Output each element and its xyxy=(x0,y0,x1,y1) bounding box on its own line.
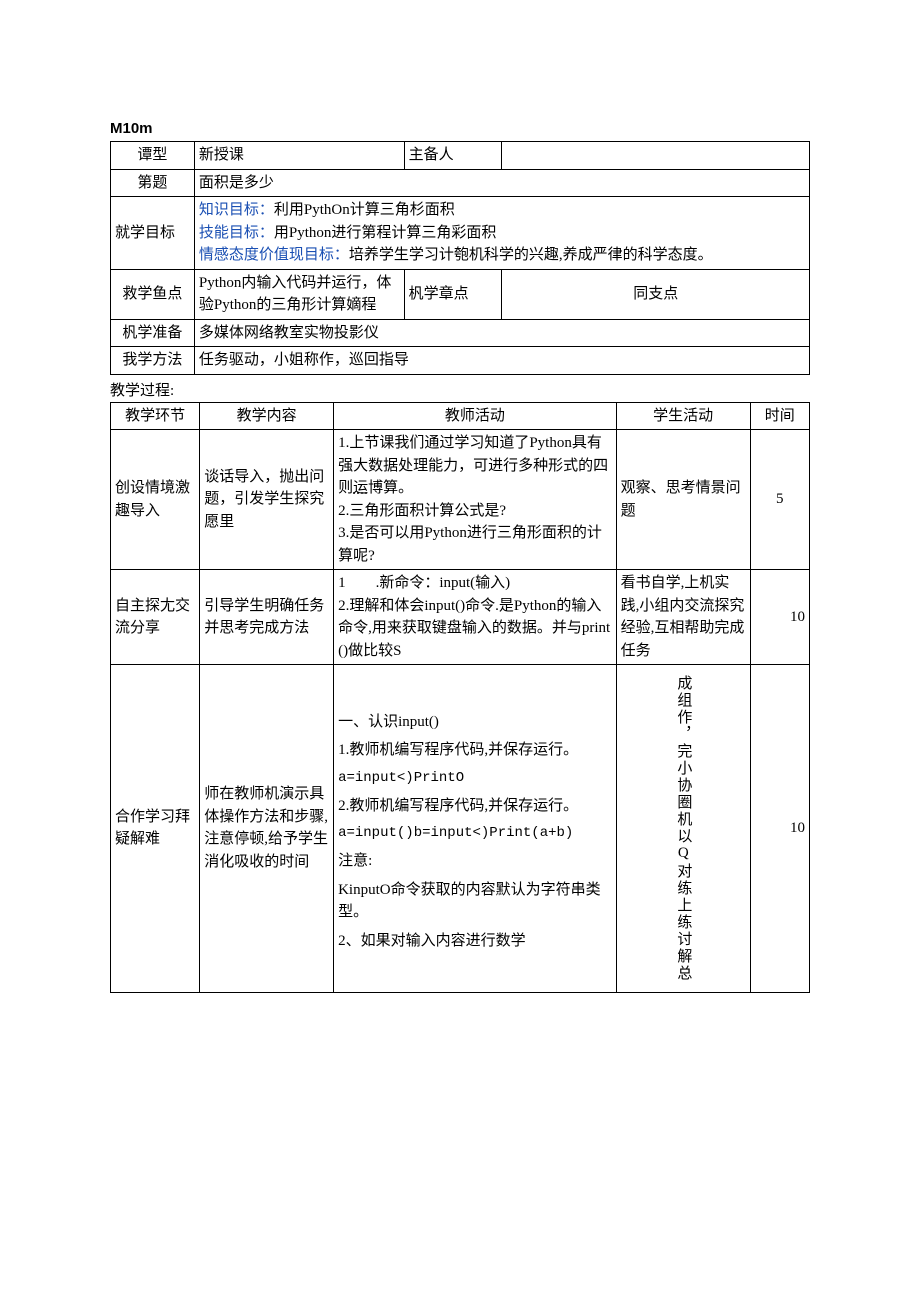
info-table: 谭型 新授课 主备人 第题 面积是多少 就学目标 知识目标：利用PythOn计算… xyxy=(110,141,810,375)
col-student: 学生活动 xyxy=(616,402,750,430)
teacher-3-5: a=input()b=input<)Print(a+b) xyxy=(338,823,612,844)
cell-goal-value: 知识目标：利用PythOn计算三角杉面积 技能目标：用Python进行第程计算三… xyxy=(194,197,809,270)
cell-focus-label: 救学鱼点 xyxy=(111,269,195,319)
col-teacher: 教师活动 xyxy=(334,402,617,430)
stage-2: 自主探尢交流分享 xyxy=(111,570,200,665)
goal-skill-label: 技能目标： xyxy=(199,225,274,241)
teacher-2: 1 .新命令：input(输入) 2.理解和体会input()命令.是Pytho… xyxy=(334,570,617,665)
teacher-3-2: 1.教师机编写程序代码,并保存运行。 xyxy=(338,739,612,762)
col-stage: 教学环节 xyxy=(111,402,200,430)
goal-attitude-text: 培养学生学习计匏机科学的兴趣,养成严律的科学态度。 xyxy=(349,247,713,263)
stage-3: 合作学习拜疑解难 xyxy=(111,665,200,993)
col-content: 教学内容 xyxy=(200,402,334,430)
cell-difficulty-value: 同支点 xyxy=(502,269,810,319)
student-3-vertical: 成组作，完小协圈机以Q对练上练讨解总 xyxy=(672,675,695,982)
teacher-3-6: 注意: xyxy=(338,850,612,873)
cell-method-value: 任务驱动，小姐称作，巡回指导 xyxy=(194,347,809,375)
table-header-row: 教学环节 教学内容 教师活动 学生活动 时间 xyxy=(111,402,810,430)
table-row: 杋学准备 多媒体网络教室实物投影仪 xyxy=(111,319,810,347)
cell-author-label: 主备人 xyxy=(404,142,502,170)
cell-author-value xyxy=(502,142,810,170)
table-row: 自主探尢交流分享 引导学生明确任务并思考完成方法 1 .新命令：input(输入… xyxy=(111,570,810,665)
goal-attitude-label: 情感态度价值现目标： xyxy=(199,247,349,263)
teacher-1-b: 博算。 xyxy=(368,480,413,496)
table-row: 救学鱼点 Python内输入代码并运行，体验Python的三角形计算嫡程 杋学章… xyxy=(111,269,810,319)
cell-prep-value: 多媒体网络教室实物投影仪 xyxy=(194,319,809,347)
cell-goal-label: 就学目标 xyxy=(111,197,195,270)
teacher-2-b: 2.理解和体会input()命令.是Python的输入命令,用来获取键盘输入的数… xyxy=(338,595,612,663)
cell-type-label: 谭型 xyxy=(111,142,195,170)
teacher-3-1: 一、认识input() xyxy=(338,711,612,734)
cell-prep-label: 杋学准备 xyxy=(111,319,195,347)
teacher-2-a: 1 .新命令：input(输入) xyxy=(338,572,612,595)
time-1: 5 xyxy=(750,430,810,570)
time-2: 10 xyxy=(750,570,810,665)
teacher-1-underlined: 运 xyxy=(353,480,368,496)
content-2: 引导学生明确任务并思考完成方法 xyxy=(200,570,334,665)
process-label: 教学过程: xyxy=(110,379,810,400)
col-time: 时间 xyxy=(750,402,810,430)
cell-method-label: 我学方法 xyxy=(111,347,195,375)
table-row: 就学目标 知识目标：利用PythOn计算三角杉面积 技能目标：用Python进行… xyxy=(111,197,810,270)
teacher-1-d: 3.是否可以用Python进行三角形面积的计算呢? xyxy=(338,522,612,567)
cell-topic-label: 第题 xyxy=(111,169,195,197)
table-row: 谭型 新授课 主备人 xyxy=(111,142,810,170)
table-row: 第题 面积是多少 xyxy=(111,169,810,197)
cell-topic-value: 面积是多少 xyxy=(194,169,809,197)
time-3: 10 xyxy=(750,665,810,993)
table-row: 创设情境激趣导入 谈话导入，抛出问题，引发学生探究愿里 1.上节课我们通过学习知… xyxy=(111,430,810,570)
teacher-3-7: KinputO命令获取的内容默认为字符串类型。 xyxy=(338,879,612,924)
student-2: 看书自学,上机实践,小组内交流探究经验,互相帮助完成任务 xyxy=(616,570,750,665)
goal-knowledge-text: 利用PythOn计算三角杉面积 xyxy=(274,202,455,218)
teacher-3: 一、认识input() 1.教师机编写程序代码,并保存运行。 a=input<)… xyxy=(334,665,617,993)
teacher-1: 1.上节课我们通过学习知道了Python具有强大数据处理能力，可进行多种形式的四… xyxy=(334,430,617,570)
teacher-3-3: a=input<)PrintO xyxy=(338,768,612,789)
content-3: 师在教师机演示具体操作方法和步骤,注意停顿,给予学生消化吸收的时间 xyxy=(200,665,334,993)
cell-focus-value: Python内输入代码并运行，体验Python的三角形计算嫡程 xyxy=(194,269,404,319)
stage-1: 创设情境激趣导入 xyxy=(111,430,200,570)
process-table: 教学环节 教学内容 教师活动 学生活动 时间 创设情境激趣导入 谈话导入，抛出问… xyxy=(110,402,810,993)
table-row: 我学方法 任务驱动，小姐称作，巡回指导 xyxy=(111,347,810,375)
cell-type-value: 新授课 xyxy=(194,142,404,170)
table-row: 合作学习拜疑解难 师在教师机演示具体操作方法和步骤,注意停顿,给予学生消化吸收的… xyxy=(111,665,810,993)
student-3: 成组作，完小协圈机以Q对练上练讨解总 xyxy=(616,665,750,993)
student-1: 观察、思考情景问题 xyxy=(616,430,750,570)
teacher-1-c: 2.三角形面积计算公式是? xyxy=(338,500,612,523)
page-heading: M10m xyxy=(110,120,810,137)
cell-difficulty-label: 杋学章点 xyxy=(404,269,502,319)
goal-knowledge-label: 知识目标： xyxy=(199,202,274,218)
goal-skill-text: 用Python进行第程计算三角彩面积 xyxy=(274,225,497,241)
content-1: 谈话导入，抛出问题，引发学生探究愿里 xyxy=(200,430,334,570)
teacher-3-4: 2.教师机编写程序代码,并保存运行。 xyxy=(338,795,612,818)
teacher-3-8: 2、如果对输入内容进行数学 xyxy=(338,930,612,953)
